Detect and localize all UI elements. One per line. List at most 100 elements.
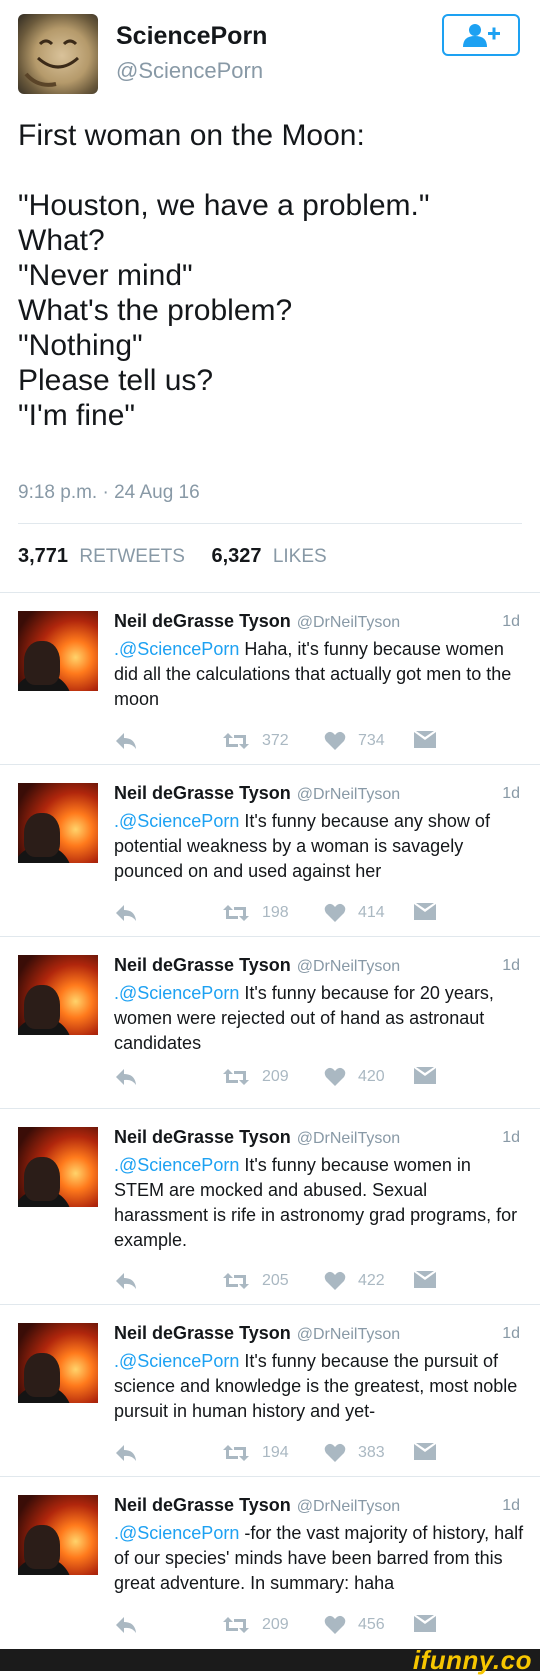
reply-actions: 209 420 — [114, 1067, 524, 1091]
avatar[interactable] — [18, 14, 98, 94]
reply-icon — [116, 1069, 136, 1085]
envelope-icon — [414, 731, 436, 748]
retweet-button[interactable]: 209 — [222, 1067, 289, 1087]
reply-author-name[interactable]: Neil deGrasse Tyson — [114, 1495, 291, 1515]
reply-tweet[interactable]: Neil deGrasse Tyson @DrNeilTyson 1d .@Sci… — [0, 1108, 540, 1304]
like-count: 456 — [358, 1616, 385, 1633]
account-handle[interactable]: @SciencePorn — [116, 58, 263, 84]
reply-age: 1d — [502, 1497, 520, 1514]
reply-button[interactable] — [114, 1615, 138, 1635]
direct-message-button[interactable] — [414, 1067, 436, 1085]
avatar[interactable] — [18, 611, 98, 691]
reply-author-handle[interactable]: @DrNeilTyson — [297, 1326, 400, 1343]
retweet-icon — [223, 1273, 249, 1289]
reply-icon — [116, 1273, 136, 1289]
tweet-timestamp[interactable]: 9:18 p.m. · 24 Aug 16 — [18, 482, 200, 504]
reply-age: 1d — [502, 613, 520, 630]
reply-author-handle[interactable]: @DrNeilTyson — [297, 1130, 400, 1147]
heart-icon — [324, 731, 346, 750]
smiling-planet-icon — [24, 39, 80, 87]
reply-age: 1d — [502, 1129, 520, 1146]
avatar[interactable] — [18, 1323, 98, 1403]
heart-icon — [324, 903, 346, 922]
reply-button[interactable] — [114, 1443, 138, 1463]
reply-tweet[interactable]: Neil deGrasse Tyson @DrNeilTyson 1d .@Sci… — [0, 1476, 540, 1649]
like-button[interactable]: 414 — [324, 903, 385, 923]
avatar[interactable] — [18, 1127, 98, 1207]
divider — [18, 523, 522, 524]
reply-author-name[interactable]: Neil deGrasse Tyson — [114, 611, 291, 631]
reply-author-handle[interactable]: @DrNeilTyson — [297, 1498, 400, 1515]
direct-message-button[interactable] — [414, 903, 436, 921]
reply-author-name[interactable]: Neil deGrasse Tyson — [114, 1323, 291, 1343]
retweet-count: 205 — [262, 1272, 289, 1289]
direct-message-button[interactable] — [414, 1271, 436, 1289]
reply-tweet[interactable]: Neil deGrasse Tyson @DrNeilTyson 1d .@Sci… — [0, 764, 540, 936]
reply-age: 1d — [502, 1325, 520, 1342]
likes-count[interactable]: 6,327 — [211, 545, 261, 567]
direct-message-button[interactable] — [414, 1443, 436, 1461]
reply-age: 1d — [502, 785, 520, 802]
reply-tweet[interactable]: Neil deGrasse Tyson @DrNeilTyson 1d .@Sci… — [0, 936, 540, 1108]
reply-text: .@SciencePorn It's funny because women i… — [114, 1153, 524, 1253]
account-name[interactable]: SciencePorn — [116, 22, 267, 51]
reply-text: .@SciencePorn It's funny because any sho… — [114, 809, 524, 884]
reply-tweet[interactable]: Neil deGrasse Tyson @DrNeilTyson 1d .@Sci… — [0, 1304, 540, 1476]
retweet-button[interactable]: 198 — [222, 903, 289, 923]
reply-author-handle[interactable]: @DrNeilTyson — [297, 614, 400, 631]
reply-header: Neil deGrasse Tyson @DrNeilTyson — [114, 955, 400, 976]
reply-button[interactable] — [114, 903, 138, 923]
retweet-count: 209 — [262, 1068, 289, 1085]
reply-icon — [116, 1445, 136, 1461]
reply-actions: 205 422 — [114, 1271, 524, 1295]
like-button[interactable]: 734 — [324, 731, 385, 751]
avatar[interactable] — [18, 1495, 98, 1575]
mention-link[interactable]: .@SciencePorn — [114, 1155, 239, 1175]
reply-actions: 372 734 — [114, 731, 524, 755]
reply-button[interactable] — [114, 1271, 138, 1291]
retweet-button[interactable]: 372 — [222, 731, 289, 751]
reply-text: .@SciencePorn It's funny because for 20 … — [114, 981, 524, 1056]
reply-tweet[interactable]: Neil deGrasse Tyson @DrNeilTyson 1d .@Sci… — [0, 592, 540, 764]
reply-author-name[interactable]: Neil deGrasse Tyson — [114, 955, 291, 975]
reply-age: 1d — [502, 957, 520, 974]
mention-link[interactable]: .@SciencePorn — [114, 1523, 239, 1543]
retweet-icon — [223, 1069, 249, 1085]
like-button[interactable]: 383 — [324, 1443, 385, 1463]
retweet-button[interactable]: 194 — [222, 1443, 289, 1463]
retweets-label[interactable]: RETWEETS — [79, 546, 185, 567]
reply-icon — [116, 733, 136, 749]
mention-link[interactable]: .@SciencePorn — [114, 639, 239, 659]
retweet-icon — [223, 1617, 249, 1633]
reply-author-handle[interactable]: @DrNeilTyson — [297, 958, 400, 975]
like-count: 383 — [358, 1444, 385, 1461]
likes-label[interactable]: LIKES — [273, 546, 327, 567]
follow-button[interactable] — [442, 14, 520, 56]
reply-button[interactable] — [114, 731, 138, 751]
reply-header: Neil deGrasse Tyson @DrNeilTyson — [114, 783, 400, 804]
reply-author-name[interactable]: Neil deGrasse Tyson — [114, 1127, 291, 1147]
mention-link[interactable]: .@SciencePorn — [114, 811, 239, 831]
mention-link[interactable]: .@SciencePorn — [114, 983, 239, 1003]
mention-link[interactable]: .@SciencePorn — [114, 1351, 239, 1371]
retweet-button[interactable]: 205 — [222, 1271, 289, 1291]
reply-author-name[interactable]: Neil deGrasse Tyson — [114, 783, 291, 803]
retweet-icon — [223, 733, 249, 749]
retweets-count[interactable]: 3,771 — [18, 545, 68, 567]
avatar[interactable] — [18, 955, 98, 1035]
heart-icon — [324, 1443, 346, 1462]
avatar[interactable] — [18, 783, 98, 863]
direct-message-button[interactable] — [414, 1615, 436, 1633]
retweet-count: 198 — [262, 904, 289, 921]
reply-icon — [116, 1617, 136, 1633]
tweet-stats: 3,771 RETWEETS 6,327 LIKES — [18, 545, 327, 568]
reply-author-handle[interactable]: @DrNeilTyson — [297, 786, 400, 803]
like-button[interactable]: 422 — [324, 1271, 385, 1291]
direct-message-button[interactable] — [414, 731, 436, 749]
reply-button[interactable] — [114, 1067, 138, 1087]
like-button[interactable]: 456 — [324, 1615, 385, 1635]
reply-text: .@SciencePorn -for the vast majority of … — [114, 1521, 524, 1596]
like-button[interactable]: 420 — [324, 1067, 385, 1087]
like-count: 422 — [358, 1272, 385, 1289]
retweet-button[interactable]: 209 — [222, 1615, 289, 1635]
